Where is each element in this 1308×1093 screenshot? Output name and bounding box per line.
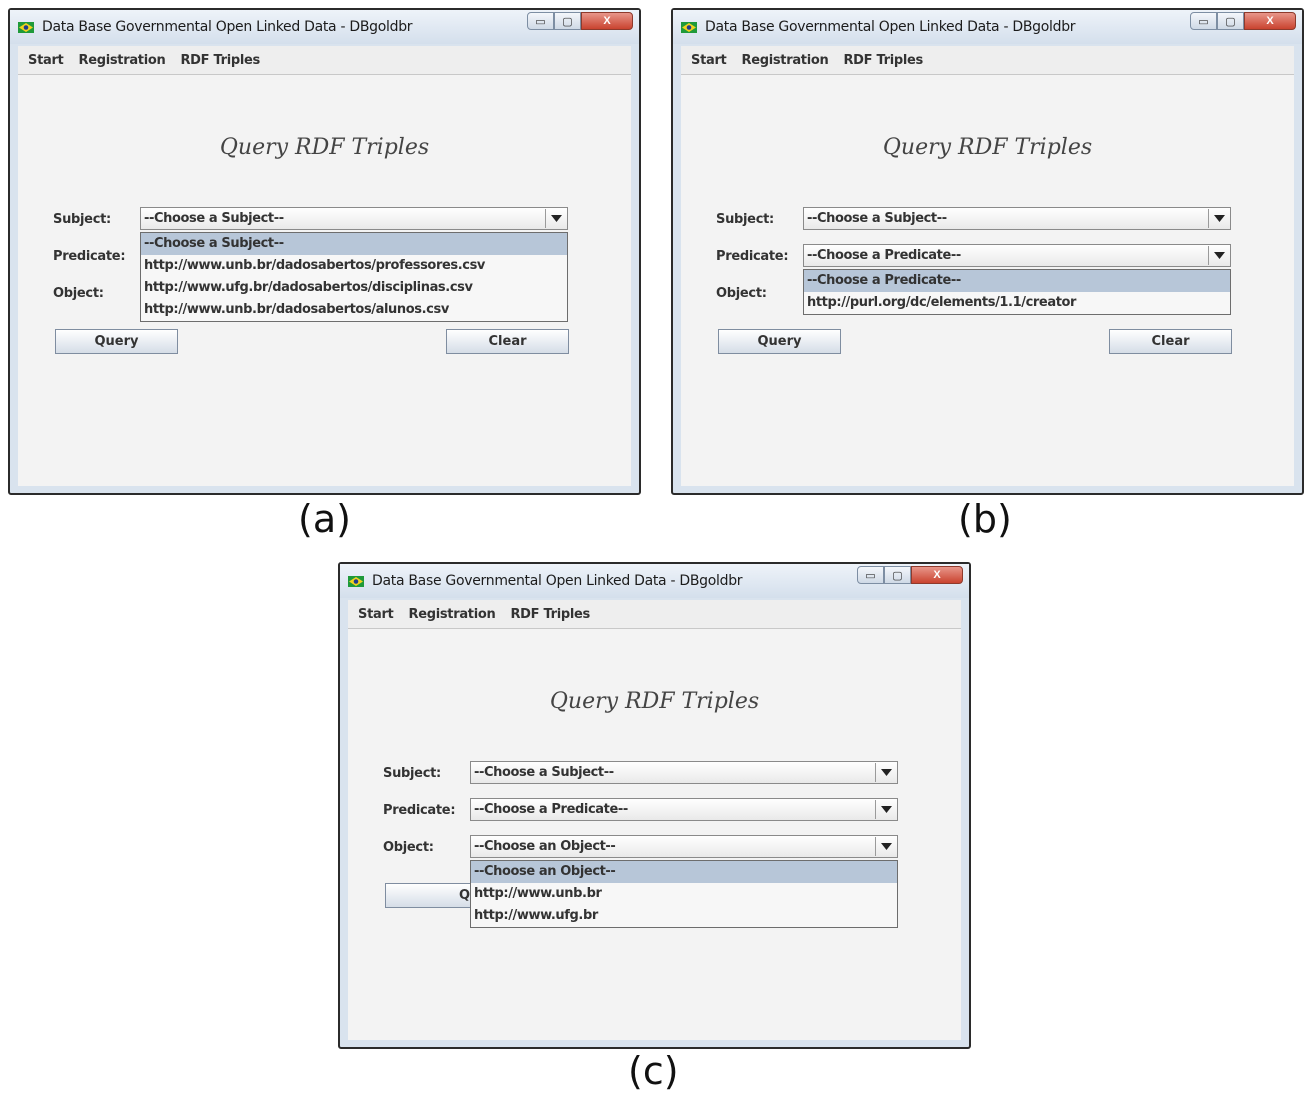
dropdown-option[interactable]: --Choose a Predicate-- [804,270,1230,292]
window-title: Data Base Governmental Open Linked Data … [705,19,1076,35]
dropdown-option[interactable]: http://www.ufg.br [471,905,897,927]
caption-b: (b) [958,497,1012,541]
chevron-down-icon[interactable] [1208,246,1229,265]
dropdown-option[interactable]: http://www.unb.br/dadosabertos/professor… [141,255,567,277]
predicate-label: Predicate: [383,803,456,818]
predicate-dropdown-list: --Choose a Predicate-- http://purl.org/d… [803,269,1231,315]
menu-start[interactable]: Start [358,607,394,622]
menu-registration[interactable]: Registration [408,607,495,622]
form-heading: Query RDF Triples [219,135,430,160]
window-title: Data Base Governmental Open Linked Data … [42,19,413,35]
object-label: Object: [383,840,434,855]
brazil-flag-icon [18,22,34,33]
clear-button[interactable]: Clear [446,329,569,354]
subject-combo-value: --Choose a Subject-- [474,765,614,780]
app-window: Data Base Governmental Open Linked Data … [338,562,971,1049]
form-area: Query RDF Triples Subject: --Choose a Su… [348,629,961,1040]
object-combo[interactable]: --Choose an Object-- [470,835,898,858]
minimize-button[interactable]: ▭ [857,566,884,584]
subject-combo[interactable]: --Choose a Subject-- [470,761,898,784]
screenshot-panel-b: Data Base Governmental Open Linked Data … [671,8,1304,495]
menu-registration[interactable]: Registration [78,53,165,68]
maximize-button[interactable]: ▢ [1217,12,1244,30]
form-area: Query RDF Triples Subject: --Choose a Su… [681,75,1294,486]
dropdown-option[interactable]: http://www.unb.br/dadosabertos/alunos.cs… [141,299,567,321]
screenshot-panel-a: Data Base Governmental Open Linked Data … [8,8,641,495]
predicate-combo[interactable]: --Choose a Predicate-- [803,244,1231,267]
menu-start[interactable]: Start [28,53,64,68]
title-bar: Data Base Governmental Open Linked Data … [673,10,1302,44]
predicate-combo-value: --Choose a Predicate-- [474,802,628,817]
chevron-down-icon[interactable] [545,209,566,228]
query-button[interactable]: Query [718,329,841,354]
window-controls: ▭ ▢ X [1190,12,1296,32]
menu-start[interactable]: Start [691,53,727,68]
chevron-down-icon[interactable] [875,800,896,819]
subject-combo[interactable]: --Choose a Subject-- [803,207,1231,230]
predicate-combo[interactable]: --Choose a Predicate-- [470,798,898,821]
form-area: Query RDF Triples Subject: --Choose a Su… [18,75,631,486]
maximize-button[interactable]: ▢ [884,566,911,584]
maximize-button[interactable]: ▢ [554,12,581,30]
minimize-button[interactable]: ▭ [527,12,554,30]
brazil-flag-icon [681,22,697,33]
predicate-label: Predicate: [53,249,126,264]
brazil-flag-icon [348,576,364,587]
chevron-down-icon[interactable] [875,763,896,782]
object-dropdown-list: --Choose an Object-- http://www.unb.br h… [470,860,898,928]
app-window: Data Base Governmental Open Linked Data … [671,8,1304,495]
menu-bar: Start Registration RDF Triples [18,46,631,75]
subject-label: Subject: [716,212,774,227]
subject-combo-value: --Choose a Subject-- [807,211,947,226]
menu-rdf-triples[interactable]: RDF Triples [180,53,260,68]
close-button[interactable]: X [1244,12,1296,30]
object-label: Object: [53,286,104,301]
menu-rdf-triples[interactable]: RDF Triples [843,53,923,68]
object-combo-value: --Choose an Object-- [474,839,616,854]
title-bar: Data Base Governmental Open Linked Data … [10,10,639,44]
dropdown-option[interactable]: --Choose an Object-- [471,861,897,883]
window-controls: ▭ ▢ X [857,566,963,586]
subject-dropdown-list: --Choose a Subject-- http://www.unb.br/d… [140,232,568,322]
screenshot-panel-c: Data Base Governmental Open Linked Data … [338,562,972,1049]
predicate-combo-value: --Choose a Predicate-- [807,248,961,263]
chevron-down-icon[interactable] [875,837,896,856]
app-window: Data Base Governmental Open Linked Data … [8,8,641,495]
menu-bar: Start Registration RDF Triples [348,600,961,629]
dropdown-option[interactable]: http://www.unb.br [471,883,897,905]
object-label: Object: [716,286,767,301]
subject-label: Subject: [383,766,441,781]
menu-rdf-triples[interactable]: RDF Triples [510,607,590,622]
query-button[interactable]: Query [55,329,178,354]
dropdown-option[interactable]: http://www.ufg.br/dadosabertos/disciplin… [141,277,567,299]
close-button[interactable]: X [911,566,963,584]
chevron-down-icon[interactable] [1208,209,1229,228]
predicate-label: Predicate: [716,249,789,264]
subject-combo-value: --Choose a Subject-- [144,211,284,226]
caption-c: (c) [628,1049,679,1093]
menu-bar: Start Registration RDF Triples [681,46,1294,75]
dropdown-option[interactable]: http://purl.org/dc/elements/1.1/creator [804,292,1230,314]
clear-button[interactable]: Clear [1109,329,1232,354]
title-bar: Data Base Governmental Open Linked Data … [340,564,969,598]
minimize-button[interactable]: ▭ [1190,12,1217,30]
menu-registration[interactable]: Registration [741,53,828,68]
subject-label: Subject: [53,212,111,227]
caption-a: (a) [298,497,351,541]
window-title: Data Base Governmental Open Linked Data … [372,573,743,589]
window-controls: ▭ ▢ X [527,12,633,32]
form-heading: Query RDF Triples [549,689,760,714]
form-heading: Query RDF Triples [882,135,1093,160]
close-button[interactable]: X [581,12,633,30]
dropdown-option[interactable]: --Choose a Subject-- [141,233,567,255]
subject-combo[interactable]: --Choose a Subject-- [140,207,568,230]
